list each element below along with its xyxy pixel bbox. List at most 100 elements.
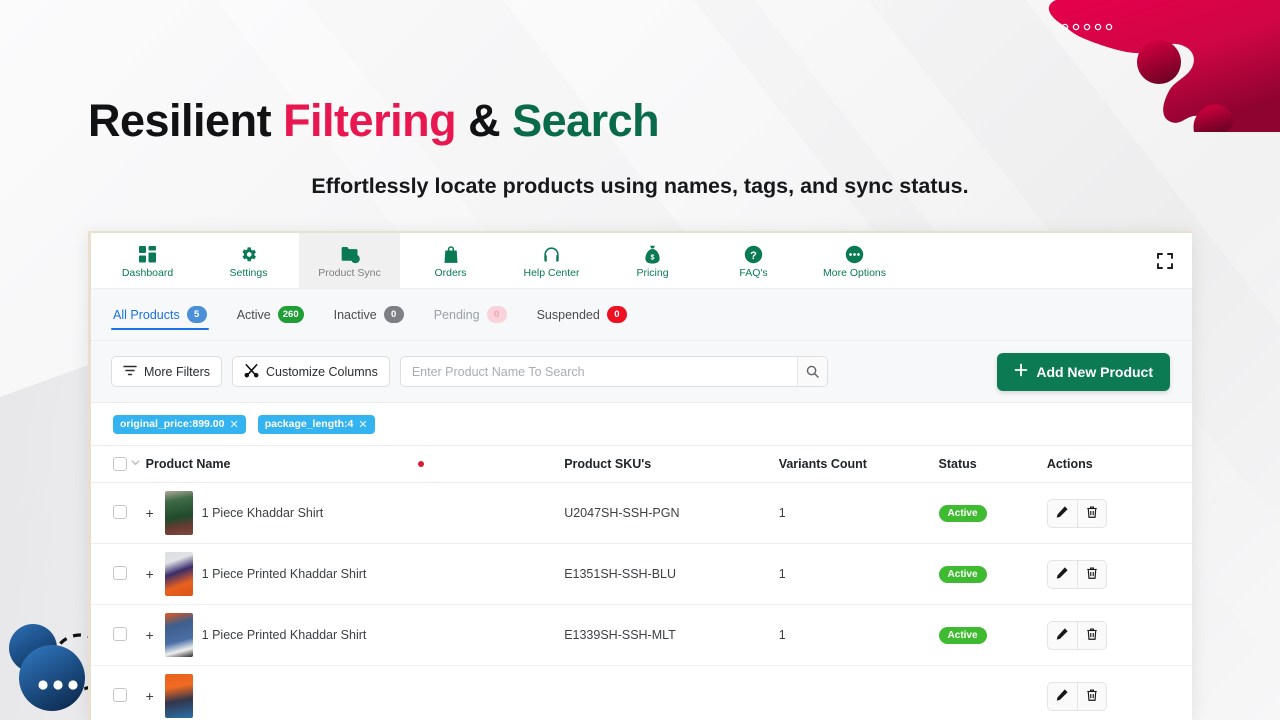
nav-label: Orders bbox=[434, 267, 466, 279]
chevron-down-icon[interactable] bbox=[130, 457, 141, 471]
nav-item-help-center[interactable]: Help Center bbox=[501, 233, 602, 288]
delete-button[interactable] bbox=[1077, 621, 1107, 650]
delete-button[interactable] bbox=[1077, 560, 1107, 589]
product-name-label: 1 Piece Khaddar Shirt bbox=[202, 506, 324, 520]
tab-inactive[interactable]: Inactive 0 bbox=[332, 289, 406, 340]
nav-item-more-options[interactable]: More Options bbox=[804, 233, 905, 288]
products-table: Product Name Product SKU's Variants Coun… bbox=[91, 445, 1192, 720]
row-product-name-cell: + 1 Piece Printed Khaddar Shirt bbox=[146, 605, 565, 666]
search-input[interactable] bbox=[401, 357, 797, 386]
trash-icon bbox=[1085, 505, 1099, 522]
row-checkbox[interactable] bbox=[113, 505, 127, 519]
customize-columns-button[interactable]: Customize Columns bbox=[232, 356, 390, 387]
status-badge: Active bbox=[939, 505, 987, 522]
nav-label: More Options bbox=[823, 267, 886, 279]
more-filters-label: More Filters bbox=[144, 365, 210, 379]
row-status-cell: Active bbox=[939, 605, 1047, 666]
row-checkbox[interactable] bbox=[113, 627, 127, 641]
plus-icon bbox=[1014, 363, 1028, 380]
edit-button[interactable] bbox=[1047, 560, 1077, 589]
row-actions-cell bbox=[1047, 483, 1192, 544]
table-row[interactable]: + 1 Piece Printed Khaddar Shirt E1339SH-… bbox=[91, 605, 1192, 666]
trash-icon bbox=[1085, 688, 1099, 705]
status-badge: Active bbox=[939, 627, 987, 644]
nav-label: Settings bbox=[230, 267, 268, 279]
nav-item-settings[interactable]: Settings bbox=[198, 233, 299, 288]
edit-button[interactable] bbox=[1047, 499, 1077, 528]
tab-active[interactable]: Active 260 bbox=[235, 289, 306, 340]
row-checkbox[interactable] bbox=[113, 566, 127, 580]
column-variants-count[interactable]: Variants Count bbox=[779, 446, 939, 483]
pencil-icon bbox=[1055, 505, 1069, 522]
plus-expand-icon[interactable]: + bbox=[146, 566, 156, 582]
search-icon[interactable] bbox=[797, 357, 827, 386]
tab-count-badge: 0 bbox=[384, 306, 404, 323]
nav-item-dashboard[interactable]: Dashboard bbox=[97, 233, 198, 288]
column-product-name[interactable]: Product Name bbox=[146, 446, 565, 483]
product-name-label: 1 Piece Printed Khaddar Shirt bbox=[202, 567, 367, 581]
tab-count-badge: 0 bbox=[487, 306, 507, 323]
row-variants-count: 1 bbox=[779, 544, 939, 605]
close-icon[interactable]: ✕ bbox=[229, 418, 238, 431]
status-badge: Active bbox=[939, 566, 987, 583]
grid-icon bbox=[138, 244, 157, 264]
table-toolbar: More Filters Customize Columns bbox=[91, 341, 1192, 403]
tab-all-products[interactable]: All Products 5 bbox=[111, 289, 209, 340]
row-actions-cell bbox=[1047, 666, 1192, 720]
tab-label: Suspended bbox=[537, 308, 600, 322]
red-dot-indicator bbox=[418, 461, 424, 467]
tab-suspended[interactable]: Suspended 0 bbox=[535, 289, 629, 340]
tab-pending[interactable]: Pending 0 bbox=[432, 289, 509, 340]
tab-label: Active bbox=[237, 308, 271, 322]
column-product-sku[interactable]: Product SKU's bbox=[564, 446, 779, 483]
plus-expand-icon[interactable]: + bbox=[146, 688, 156, 704]
row-sku: U2047SH-SSH-PGN bbox=[564, 483, 779, 544]
status-filter-tabs: All Products 5 Active 260 Inactive 0 Pen… bbox=[91, 289, 1192, 341]
table-header: Product Name Product SKU's Variants Coun… bbox=[91, 446, 1192, 483]
active-filter-chips: original_price:899.00 ✕ package_length:4… bbox=[91, 403, 1192, 445]
filter-chip[interactable]: package_length:4 ✕ bbox=[258, 415, 375, 434]
column-status[interactable]: Status bbox=[939, 446, 1047, 483]
top-navigation: Dashboard Settings Product Sync Orders H bbox=[91, 233, 1192, 289]
delete-button[interactable] bbox=[1077, 499, 1107, 528]
customize-columns-label: Customize Columns bbox=[266, 365, 378, 379]
plus-expand-icon[interactable]: + bbox=[146, 627, 156, 643]
nav-item-pricing[interactable]: $ Pricing bbox=[602, 233, 703, 288]
edit-button[interactable] bbox=[1047, 621, 1077, 650]
nav-item-product-sync[interactable]: Product Sync bbox=[299, 233, 400, 288]
nav-item-orders[interactable]: Orders bbox=[400, 233, 501, 288]
folder-sync-icon bbox=[340, 244, 360, 264]
table-row[interactable]: + 1 Piece Printed Khaddar Shirt E1351SH-… bbox=[91, 544, 1192, 605]
row-checkbox-cell bbox=[91, 544, 146, 605]
row-checkbox-cell bbox=[91, 605, 146, 666]
gear-icon bbox=[239, 244, 258, 264]
close-icon[interactable]: ✕ bbox=[358, 418, 367, 431]
tab-count-badge: 0 bbox=[607, 306, 627, 323]
title-segment-1: Resilient bbox=[88, 95, 283, 146]
row-status-cell bbox=[939, 666, 1047, 720]
row-checkbox[interactable] bbox=[113, 688, 127, 702]
tab-count-badge: 5 bbox=[187, 306, 207, 323]
edit-button[interactable] bbox=[1047, 682, 1077, 711]
table-body: + 1 Piece Khaddar Shirt U2047SH-SSH-PGN … bbox=[91, 483, 1192, 720]
table-row[interactable]: + 1 Piece Khaddar Shirt U2047SH-SSH-PGN … bbox=[91, 483, 1192, 544]
crossed-tools-icon bbox=[244, 363, 259, 381]
product-name-label: 1 Piece Printed Khaddar Shirt bbox=[202, 628, 367, 642]
select-all-checkbox[interactable] bbox=[113, 457, 127, 471]
trash-icon bbox=[1085, 627, 1099, 644]
add-new-product-button[interactable]: Add New Product bbox=[997, 353, 1170, 391]
plus-expand-icon[interactable]: + bbox=[146, 505, 156, 521]
delete-button[interactable] bbox=[1077, 682, 1107, 711]
row-sku: E1339SH-SSH-MLT bbox=[564, 605, 779, 666]
more-filters-button[interactable]: More Filters bbox=[111, 356, 222, 387]
expand-fullscreen-icon[interactable] bbox=[1156, 252, 1174, 270]
row-variants-count bbox=[779, 666, 939, 720]
page-subtitle: Effortlessly locate products using names… bbox=[0, 174, 1280, 199]
filter-chip[interactable]: original_price:899.00 ✕ bbox=[113, 415, 246, 434]
title-segment-2: Filtering bbox=[283, 95, 456, 146]
nav-item-faqs[interactable]: ? FAQ's bbox=[703, 233, 804, 288]
nav-label: Product Sync bbox=[318, 267, 380, 279]
table-row[interactable]: + bbox=[91, 666, 1192, 720]
row-product-name-cell: + 1 Piece Khaddar Shirt bbox=[146, 483, 565, 544]
nav-label: Dashboard bbox=[122, 267, 173, 279]
